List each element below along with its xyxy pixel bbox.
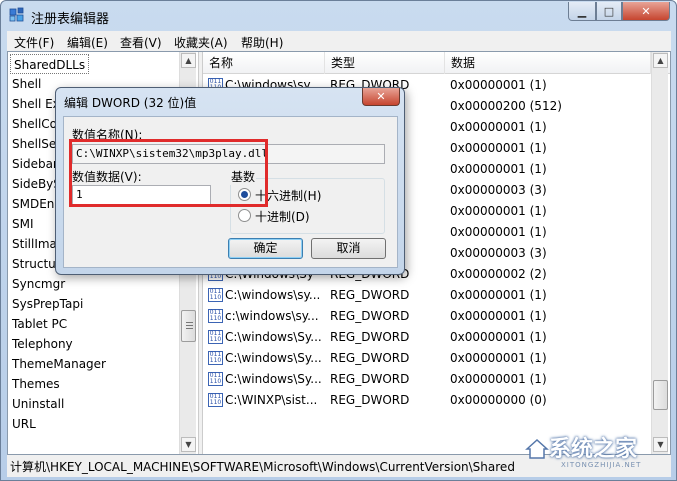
edit-dword-dialog: 编辑 DWORD (32 位)值 ✕ 数值名称(N): C:\WINXP\sis… xyxy=(55,87,405,275)
reg-dword-icon: 011110 xyxy=(208,309,223,323)
tree-item[interactable]: Sidebar xyxy=(12,154,58,174)
reg-dword-icon: 011110 xyxy=(208,393,223,407)
list-scrollbar[interactable]: ▲ ▼ xyxy=(651,52,668,454)
value-data: 0x00000001 (1) xyxy=(450,309,547,323)
list-scroll-thumb[interactable] xyxy=(653,380,668,410)
scroll-up-icon[interactable]: ▲ xyxy=(653,53,668,68)
reg-dword-icon: 011110 xyxy=(208,372,223,386)
tree-item[interactable]: SharedDLLs xyxy=(10,54,90,74)
value-name: C:\windows\Sy... xyxy=(225,351,322,365)
list-row[interactable]: 011 110 C:\windows\Sy... REG_DWORD 0x0000… xyxy=(203,369,653,390)
reg-dword-icon: 011110 xyxy=(208,351,223,365)
column-data-header[interactable]: 数据 xyxy=(445,52,651,74)
value-type: REG_DWORD xyxy=(330,351,410,365)
column-name-header[interactable]: 名称 xyxy=(203,52,325,74)
regedit-app-icon xyxy=(9,7,24,22)
dialog-close-button[interactable]: ✕ xyxy=(362,88,400,106)
status-path: 计算机\HKEY_LOCAL_MACHINE\SOFTWARE\Microsof… xyxy=(10,460,515,474)
value-data: 0x00000001 (1) xyxy=(450,372,547,386)
column-type-header[interactable]: 类型 xyxy=(325,52,445,74)
watermark-text: 系统之家 xyxy=(549,437,638,462)
tree-item[interactable]: ShellCo xyxy=(12,114,57,134)
tree-item[interactable]: Shell xyxy=(12,74,41,94)
value-data: 0x00000001 (1) xyxy=(450,141,547,155)
value-data: 0x00000000 (0) xyxy=(450,393,547,407)
list-row[interactable]: 011 110 C:\windows\sy... REG_DWORD 0x0000… xyxy=(203,285,653,306)
close-button[interactable]: ✕ xyxy=(622,2,670,21)
value-name: C:\WINXP\sist... xyxy=(225,393,318,407)
window-title: 注册表编辑器 xyxy=(31,12,110,27)
tree-item[interactable]: Tablet PC xyxy=(12,314,67,334)
list-row[interactable]: 011 110 C:\windows\Sy... REG_DWORD 0x0000… xyxy=(203,327,653,348)
highlight-box xyxy=(69,139,268,207)
tree-item[interactable]: Structur xyxy=(12,254,61,274)
reg-dword-icon: 011110 xyxy=(208,330,223,344)
grip-line xyxy=(186,325,193,326)
tree-item[interactable]: URL xyxy=(12,414,36,434)
list-row[interactable]: 011 110 C:\windows\Sy... REG_DWORD 0x0000… xyxy=(203,348,653,369)
value-data: 0x00000002 (2) xyxy=(450,267,547,281)
tree-item[interactable]: SMDEn xyxy=(12,194,54,214)
menu-file[interactable]: 文件(F) xyxy=(14,34,54,51)
tree-item[interactable]: Shell Ex xyxy=(12,94,60,114)
value-type: REG_DWORD xyxy=(330,288,410,302)
value-data: 0x00000001 (1) xyxy=(450,330,547,344)
ok-button[interactable]: 确定 xyxy=(228,238,303,259)
tree-item[interactable]: ThemeManager xyxy=(12,354,106,374)
list-row[interactable]: 011 110 c:\windows\sy... REG_DWORD 0x0000… xyxy=(203,306,653,327)
menu-favorites[interactable]: 收藏夹(A) xyxy=(174,34,228,51)
tree-item[interactable]: ShellSer xyxy=(12,134,61,154)
menu-bar: 文件(F) 编辑(E) 查看(V) 收藏夹(A) 帮助(H) xyxy=(7,31,671,51)
tree-item[interactable]: Syncmgr xyxy=(12,274,65,294)
value-type: REG_DWORD xyxy=(330,372,410,386)
maximize-button[interactable]: □ xyxy=(596,2,622,21)
value-type: REG_DWORD xyxy=(330,309,410,323)
value-data: 0x00000003 (3) xyxy=(450,183,547,197)
value-type: REG_DWORD xyxy=(330,393,410,407)
value-name: C:\windows\Sy... xyxy=(225,330,322,344)
value-name: C:\windows\Sy... xyxy=(225,372,322,386)
menu-help[interactable]: 帮助(H) xyxy=(241,34,283,51)
tree-item[interactable]: SysPrepTapi xyxy=(12,294,83,314)
tree-item[interactable]: Themes xyxy=(12,374,60,394)
title-bar[interactable]: 注册表编辑器 ▁ □ ✕ xyxy=(1,1,676,31)
value-data: 0x00000001 (1) xyxy=(450,162,547,176)
value-data: 0x00000001 (1) xyxy=(450,351,547,365)
tree-item[interactable]: Uninstall xyxy=(12,394,64,414)
value-name: c:\windows\sy... xyxy=(225,309,319,323)
value-data: 0x00000001 (1) xyxy=(450,78,547,92)
reg-dword-icon: 011110 xyxy=(208,288,223,302)
menu-edit[interactable]: 编辑(E) xyxy=(67,34,108,51)
minimize-button[interactable]: ▁ xyxy=(568,2,596,21)
list-header: 名称 类型 数据 xyxy=(203,52,670,74)
list-row[interactable]: 011 110 C:\WINXP\sist... REG_DWORD 0x0000… xyxy=(203,390,653,411)
decimal-radio[interactable] xyxy=(238,209,251,222)
scroll-down-icon[interactable]: ▼ xyxy=(181,437,196,452)
decimal-radio-label[interactable]: 十进制(D) xyxy=(255,208,310,225)
value-data: 0x00000001 (1) xyxy=(450,225,547,239)
value-data: 0x00000001 (1) xyxy=(450,204,547,218)
value-data: 0x00000200 (512) xyxy=(450,99,562,113)
value-type: REG_DWORD xyxy=(330,330,410,344)
menu-view[interactable]: 查看(V) xyxy=(120,34,162,51)
scroll-up-icon[interactable]: ▲ xyxy=(181,53,196,68)
grip-line xyxy=(186,328,193,329)
value-data: 0x00000001 (1) xyxy=(450,120,547,134)
value-name: C:\windows\sy... xyxy=(225,288,321,302)
grip-line xyxy=(186,322,193,323)
tree-item[interactable]: Telephony xyxy=(12,334,73,354)
cancel-button[interactable]: 取消 xyxy=(311,238,386,259)
value-data: 0x00000001 (1) xyxy=(450,288,547,302)
watermark-house-icon xyxy=(525,438,549,459)
tree-scroll-thumb[interactable] xyxy=(181,310,196,342)
tree-item[interactable]: SMI xyxy=(12,214,34,234)
dialog-title: 编辑 DWORD (32 位)值 xyxy=(64,96,197,110)
value-data: 0x00000003 (3) xyxy=(450,246,547,260)
watermark-logo: 系统之家 XITONGZHIJIA.NET xyxy=(521,431,671,477)
watermark-subtext: XITONGZHIJIA.NET xyxy=(561,461,642,469)
